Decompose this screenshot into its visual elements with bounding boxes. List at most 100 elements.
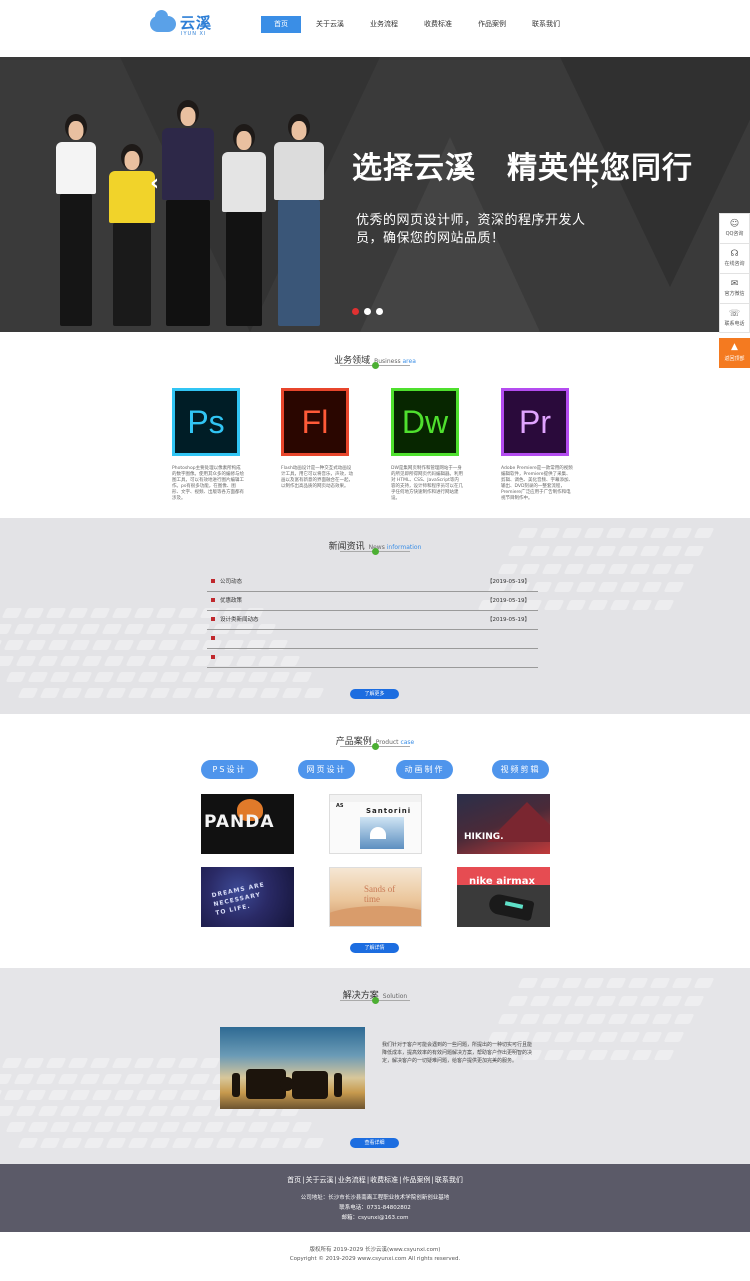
keyboard-key [597, 582, 619, 592]
keyboard-key [551, 996, 573, 1006]
case-thumbnail[interactable]: Sands of time [329, 867, 422, 927]
header: 云溪 IYUN XI 首页 关于云溪 业务流程 收费标准 作品案例 联系我们 [0, 0, 750, 57]
keyboard-key [653, 600, 675, 610]
case-thumbnail[interactable]: AS Santorini [329, 794, 422, 854]
case-thumbnail[interactable]: nike airmax [457, 867, 550, 927]
sidebar-wechat[interactable]: ✉ 官方微信 [719, 273, 750, 303]
keyboard-key [199, 1058, 221, 1068]
tab-animation[interactable]: 动画制作 [396, 760, 453, 779]
keyboard-key [237, 688, 259, 698]
keyboard-key [281, 1138, 303, 1148]
keyboard-key [1, 1058, 23, 1068]
keyboard-key [59, 656, 81, 666]
keyboard-key [673, 1014, 695, 1024]
nav-process[interactable]: 业务流程 [359, 16, 409, 33]
business-desc: Flash动画设计是一种交互式动画设计工具，用它可以将音乐，声效，动画以及富有新… [281, 466, 353, 489]
nav-about[interactable]: 关于云溪 [305, 16, 355, 33]
solution-image [220, 1027, 365, 1109]
sidebar-online[interactable]: ☊ 在线咨询 [719, 243, 750, 273]
keyboard-key [639, 546, 661, 556]
slider-dot-2[interactable] [364, 308, 371, 315]
keyboard-key [673, 564, 695, 574]
news-item[interactable]: 设计类新闻动态 【2019-05-19】 [207, 611, 538, 630]
keyboard-key [45, 1058, 67, 1068]
footer-phone: 联系电话：0731-84802802 [339, 1205, 411, 1211]
keyboard-key [91, 1090, 113, 1100]
news-item[interactable] [207, 630, 538, 649]
products-more-button[interactable]: 了解详情 [350, 943, 399, 953]
sidebar-label: QQ咨询 [725, 231, 744, 237]
back-to-top-button[interactable]: ▲ 返回顶部 [719, 338, 750, 368]
keyboard-key [3, 640, 25, 650]
keyboard-key [595, 546, 617, 556]
keyboard-key [303, 1138, 325, 1148]
slider-dot-3[interactable] [376, 308, 383, 315]
keyboard-key [159, 1122, 181, 1132]
keyboard-key [35, 624, 57, 634]
business-desc: DW是集网页制作和管理网站于一身的所见即所得网页代码编辑器。利用对 HTML、C… [391, 466, 463, 501]
keyboard-key [155, 1058, 177, 1068]
keyboard-key [541, 1014, 563, 1024]
business-desc: Photoshop主要处理以像素所构成的数字图像。使用其众多的编修与绘图工具，可… [172, 466, 244, 501]
keyboard-key [663, 582, 685, 592]
keyboard-key [25, 640, 47, 650]
keyboard-key [103, 656, 125, 666]
keyboard-key [179, 640, 201, 650]
keyboard-key [149, 688, 171, 698]
sidebar-phone[interactable]: ☏ 联系电话 [719, 303, 750, 333]
business-item[interactable]: Fl Flash动画设计是一种交互式动画设计工具，用它可以将音乐，声效，动画以及… [281, 388, 353, 490]
keyboard-key [683, 546, 705, 556]
news-item[interactable]: 优惠政策 【2019-05-19】 [207, 592, 538, 611]
footer-link-about[interactable]: 关于云溪 [305, 1176, 333, 1184]
footer-address: 公司地址：长沙市长沙县南离工程职业技术学院创新创业基地 [300, 1195, 450, 1201]
keyboard-key [111, 1058, 133, 1068]
tab-web-design[interactable]: 网页设计 [298, 760, 355, 779]
footer-link-process[interactable]: 业务流程 [338, 1176, 366, 1184]
footer-link-pricing[interactable]: 收费标准 [370, 1176, 398, 1184]
keyboard-key [145, 1074, 167, 1084]
business-item[interactable]: Ps Photoshop主要处理以像素所构成的数字图像。使用其众多的编修与绘图工… [172, 388, 244, 502]
footer-link-contact[interactable]: 联系我们 [435, 1176, 463, 1184]
nav-pricing[interactable]: 收费标准 [413, 16, 463, 33]
keyboard-key [191, 1106, 213, 1116]
keyboard-key [597, 1032, 619, 1042]
news-item[interactable]: 公司动态 【2019-05-19】 [207, 573, 538, 592]
footer-link-cases[interactable]: 作品案例 [403, 1176, 431, 1184]
case-caption: nike airmax [469, 876, 535, 887]
footer-link-home[interactable]: 首页 [287, 1176, 301, 1184]
tab-ps-design[interactable]: PS设计 [201, 760, 258, 779]
sidebar-qq[interactable]: ☺ QQ咨询 [719, 213, 750, 243]
business-item[interactable]: Pr Adobe Premiere是一款常用的视频编辑软件，Premiere提供… [501, 388, 573, 502]
keyboard-key [0, 1074, 13, 1084]
slider-prev-arrow-icon[interactable]: ‹ [150, 171, 159, 196]
team-member [274, 114, 324, 326]
keyboard-key [81, 656, 103, 666]
slider-next-arrow-icon[interactable]: › [590, 171, 599, 196]
nav-contact[interactable]: 联系我们 [521, 16, 571, 33]
keyboard-key [649, 978, 671, 988]
keyboard-key [93, 672, 115, 682]
keyboard-key [0, 656, 15, 666]
keyboard-key [619, 582, 641, 592]
news-more-button[interactable]: 了解更多 [350, 689, 399, 699]
keyboard-key [37, 1106, 59, 1116]
slider-dot-1[interactable] [352, 308, 359, 315]
nav-home[interactable]: 首页 [261, 16, 301, 33]
case-thumbnail[interactable]: PANDA [201, 794, 294, 854]
keyboard-key [83, 1138, 105, 1148]
keyboard-key [641, 1032, 663, 1042]
logo[interactable]: 云溪 IYUN XI [150, 10, 212, 38]
business-item[interactable]: Dw DW是集网页制作和管理网站于一身的所见即所得网页代码编辑器。利用对 HTM… [391, 388, 463, 502]
keyboard-key [127, 1138, 149, 1148]
case-thumbnail[interactable]: HIKING. [457, 794, 550, 854]
case-caption: HIKING. [464, 832, 504, 842]
solution-more-button[interactable]: 查看详细 [350, 1138, 399, 1148]
back-to-top-label: 返回顶部 [724, 356, 745, 362]
case-thumbnail[interactable]: DREAMS ARE NECESSARY TO LIFE. [201, 867, 294, 927]
tab-video-editing[interactable]: 视频剪辑 [492, 760, 549, 779]
news-item[interactable] [207, 649, 538, 668]
keyboard-key [247, 672, 269, 682]
hero-banner: 选择云溪 精英伴您同行 优秀的网页设计师，资深的程序开发人员，确保您的网站品质！… [0, 57, 750, 332]
nav-cases[interactable]: 作品案例 [467, 16, 517, 33]
keyboard-key [145, 624, 167, 634]
